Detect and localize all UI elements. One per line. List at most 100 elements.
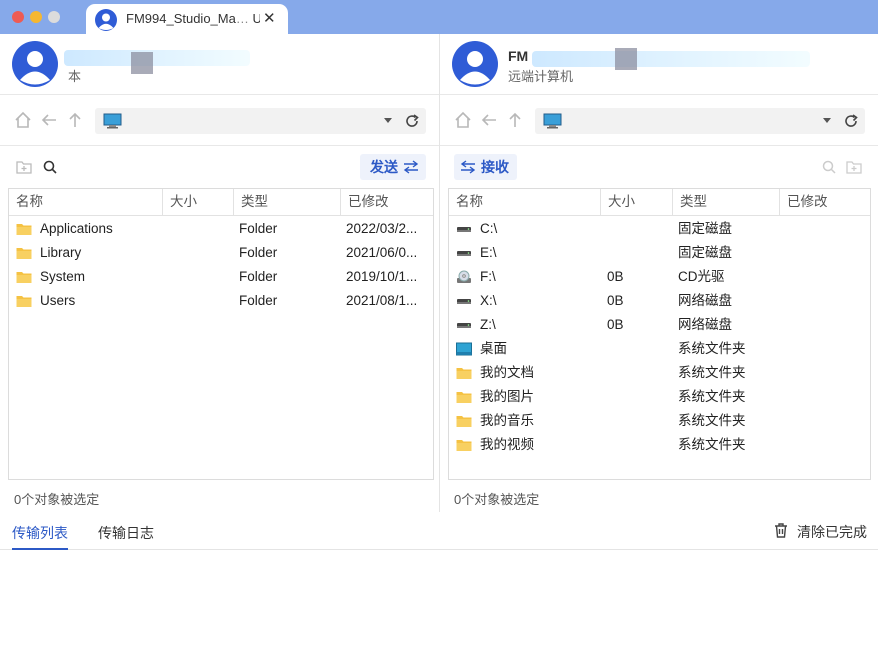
cell-modified [785,265,869,289]
cell-size [169,265,229,289]
remote-toolbar: 接收 [440,147,878,189]
cell-size [607,217,667,241]
cell-name: X:\ [480,293,497,308]
cell-type: 系统文件夹 [678,413,746,428]
column-size[interactable]: 大小 [162,189,234,216]
local-account: 本 [0,34,439,95]
search-icon[interactable] [42,159,58,175]
session-tab[interactable]: FM994_Studio_Ma… U ✕ [86,4,288,34]
cell-size [169,241,229,265]
column-size[interactable]: 大小 [600,189,672,216]
path-selector[interactable] [535,108,865,134]
tab-title: FM994_Studio_Ma… U [126,11,260,26]
table-row[interactable]: 我的图片 系统文件夹 [449,385,870,409]
table-row[interactable]: System Folder 2019/10/1... [9,265,433,289]
avatar-icon [95,9,117,31]
table-row[interactable]: Users Folder 2021/08/1... [9,289,433,313]
folder-icon [16,222,32,236]
table-row[interactable]: X:\ 0B 网络磁盘 [449,289,870,313]
column-name[interactable]: 名称 [449,189,600,216]
up-arrow-icon[interactable] [506,111,524,129]
column-type[interactable]: 类型 [672,189,780,216]
cell-type: 系统文件夹 [678,389,746,404]
cell-size [607,241,667,265]
clear-completed-label: 清除已完成 [797,524,867,540]
table-row[interactable]: 我的视频 系统文件夹 [449,433,870,457]
back-arrow-icon[interactable] [40,111,58,129]
table-row[interactable]: Library Folder 2021/06/0... [9,241,433,265]
tab-transfer-log[interactable]: 传输日志 [98,523,154,550]
local-file-list: 名称 大小 类型 已修改 Applications Folder 2022/03/2… [8,188,434,480]
cell-modified [785,289,869,313]
drive-icon [456,294,472,308]
remote-status: 0个对象被选定 [454,492,540,507]
column-type[interactable]: 类型 [233,189,341,216]
drive-icon [456,318,472,332]
remote-account: FM 远端计算机 [440,34,878,95]
cell-name: 我的视频 [480,437,534,452]
column-modified[interactable]: 已修改 [779,189,871,216]
table-header: 名称 大小 类型 已修改 [449,189,870,216]
table-row[interactable]: 我的音乐 系统文件夹 [449,409,870,433]
refresh-icon[interactable] [404,113,420,129]
send-button[interactable]: 发送 [360,154,426,180]
cell-size: 0B [607,317,624,332]
remote-file-list: 名称 大小 类型 已修改 C:\ 固定磁盘 E:\ 固定磁盘 F:\ 0B CD光驱 X:\ 0… [448,188,871,480]
path-selector[interactable] [95,108,426,134]
cell-size [169,289,229,313]
cell-type: Folder [239,269,278,284]
table-row[interactable]: C:\ 固定磁盘 [449,217,870,241]
table-row[interactable]: 我的文档 系统文件夹 [449,361,870,385]
table-row[interactable]: Z:\ 0B 网络磁盘 [449,313,870,337]
maximize-window-button[interactable] [48,11,60,23]
transfer-tabs: 传输列表 传输日志 清除已完成 [0,512,878,550]
column-modified[interactable]: 已修改 [340,189,435,216]
cell-name: E:\ [480,245,497,260]
table-row[interactable]: Applications Folder 2022/03/2... [9,217,433,241]
new-folder-icon[interactable] [846,159,862,175]
dropdown-chevron-icon[interactable] [384,118,392,123]
search-icon[interactable] [821,159,837,175]
home-icon[interactable] [454,111,472,129]
computer-icon [543,113,562,129]
cell-modified [785,217,869,241]
cell-modified [785,385,869,409]
cell-size [607,385,667,409]
dropdown-chevron-icon[interactable] [823,118,831,123]
close-window-button[interactable] [12,11,24,23]
table-row[interactable]: F:\ 0B CD光驱 [449,265,870,289]
minimize-window-button[interactable] [30,11,42,23]
drive-icon [456,246,472,260]
cell-modified: 2021/08/1... [346,293,418,308]
refresh-icon[interactable] [843,113,859,129]
table-row[interactable]: 桌面 系统文件夹 [449,337,870,361]
cell-name: System [40,269,86,284]
cell-type: Folder [239,293,278,308]
cell-name: Users [40,293,76,308]
table-row[interactable]: E:\ 固定磁盘 [449,241,870,265]
local-panel: 本 发送 名称 大小 类型 已修改 Applications Folder 2022… [0,34,439,512]
cell-modified [785,337,869,361]
up-arrow-icon[interactable] [66,111,84,129]
cell-size [607,361,667,385]
receive-button[interactable]: 接收 [454,154,517,180]
cell-modified [785,361,869,385]
tab-transfer-list[interactable]: 传输列表 [12,523,68,550]
folder-icon [456,390,472,404]
column-name[interactable]: 名称 [9,189,162,216]
back-arrow-icon[interactable] [480,111,498,129]
cd-drive-icon [456,270,472,284]
cell-modified [785,241,869,265]
folder-icon [16,246,32,260]
home-icon[interactable] [14,111,32,129]
navigation-bar [440,96,878,146]
account-name: FM [508,48,529,64]
cell-type: 网络磁盘 [678,317,732,332]
cell-name: 我的文档 [480,365,534,380]
cell-type: 系统文件夹 [678,341,746,356]
new-folder-icon[interactable] [16,159,32,175]
close-tab-icon[interactable]: ✕ [263,9,276,27]
cell-type: 网络磁盘 [678,293,732,308]
cell-name: C:\ [480,221,498,236]
navigation-bar [0,96,439,146]
